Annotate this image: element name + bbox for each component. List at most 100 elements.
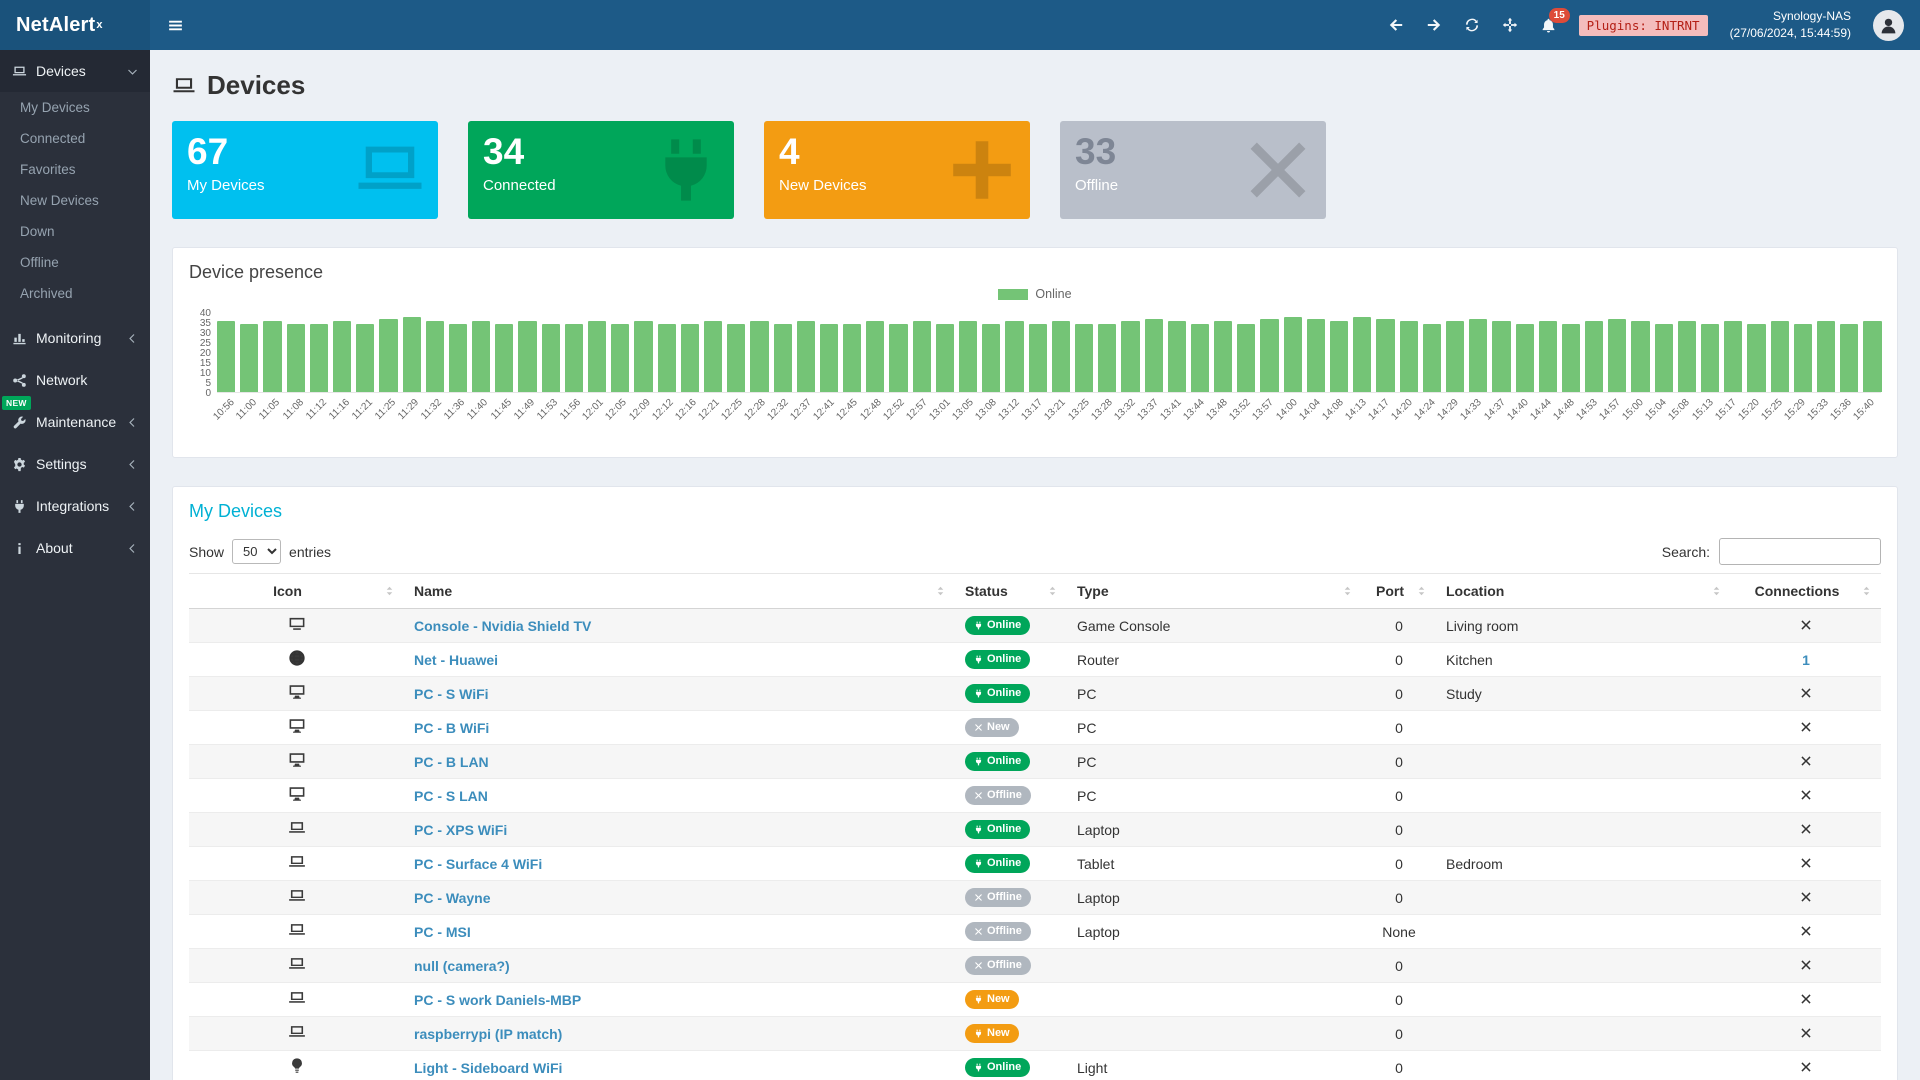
my-devices-title: My Devices bbox=[189, 501, 1881, 522]
device-connections-cell bbox=[1731, 949, 1881, 983]
status-badge-online: Online bbox=[965, 684, 1030, 703]
delete-connection-icon[interactable] bbox=[1800, 721, 1812, 733]
delete-connection-icon[interactable] bbox=[1800, 619, 1812, 631]
device-name-link[interactable]: PC - B WiFi bbox=[414, 720, 489, 736]
device-port: 0 bbox=[1362, 745, 1436, 779]
chart-bar bbox=[379, 319, 397, 392]
device-name-link[interactable]: PC - S work Daniels-MBP bbox=[414, 992, 581, 1008]
device-name-link[interactable]: PC - B LAN bbox=[414, 754, 489, 770]
device-name-cell: PC - B LAN bbox=[404, 745, 955, 779]
delete-connection-icon[interactable] bbox=[1800, 959, 1812, 971]
stat-card-offline[interactable]: 33Offline bbox=[1060, 121, 1326, 219]
connections-count-link[interactable]: 1 bbox=[1802, 652, 1810, 668]
column-header-label: Type bbox=[1077, 583, 1109, 599]
device-name-link[interactable]: PC - S WiFi bbox=[414, 686, 489, 702]
status-badge-online: Online bbox=[965, 820, 1030, 839]
sidebar-subitem-offline[interactable]: Offline bbox=[0, 247, 150, 278]
sidebar-item-network[interactable]: Network bbox=[0, 359, 150, 401]
device-type: Light bbox=[1067, 1051, 1362, 1080]
column-header-type[interactable]: Type bbox=[1067, 574, 1362, 609]
sidebar-subitem-down[interactable]: Down bbox=[0, 216, 150, 247]
column-header-connections[interactable]: Connections bbox=[1731, 574, 1881, 609]
sidebar-item-integrations[interactable]: Integrations bbox=[0, 485, 150, 527]
plugins-status-badge[interactable]: Plugins: INTRNT bbox=[1579, 15, 1708, 36]
sidebar-toggle-button[interactable] bbox=[150, 0, 200, 50]
host-name: Synology-NAS bbox=[1730, 8, 1851, 25]
column-header-port[interactable]: Port bbox=[1362, 574, 1436, 609]
sidebar-subitem-new-devices[interactable]: New Devices bbox=[0, 185, 150, 216]
device-name-link[interactable]: Light - Sideboard WiFi bbox=[414, 1060, 562, 1076]
sidebar-subitem-favorites[interactable]: Favorites bbox=[0, 154, 150, 185]
search-input[interactable] bbox=[1719, 538, 1881, 565]
stat-card-new-devices[interactable]: 4New Devices bbox=[764, 121, 1030, 219]
sidebar-item-maintenance[interactable]: MaintenanceNEW bbox=[0, 401, 150, 443]
new-feature-badge: NEW bbox=[2, 396, 31, 410]
delete-connection-icon[interactable] bbox=[1800, 1027, 1812, 1039]
device-name-link[interactable]: PC - S LAN bbox=[414, 788, 488, 804]
device-port: 0 bbox=[1362, 881, 1436, 915]
brand[interactable]: NetAlertx bbox=[0, 0, 150, 50]
device-name-link[interactable]: PC - Wayne bbox=[414, 890, 491, 906]
stat-card-my-devices[interactable]: 67My Devices bbox=[172, 121, 438, 219]
brand-sup: x bbox=[96, 19, 102, 31]
status-badge-new: New bbox=[965, 1024, 1019, 1043]
nav-back-button[interactable] bbox=[1388, 17, 1404, 33]
chart-plot-area bbox=[217, 309, 1881, 393]
avatar[interactable] bbox=[1873, 10, 1904, 41]
laptop-icon bbox=[288, 989, 306, 1007]
column-header-status[interactable]: Status bbox=[955, 574, 1067, 609]
sidebar-subitem-connected[interactable]: Connected bbox=[0, 123, 150, 154]
plug-icon bbox=[974, 655, 983, 664]
device-location bbox=[1436, 949, 1731, 983]
table-row: PC - WayneOfflineLaptop0 bbox=[189, 881, 1881, 915]
delete-connection-icon[interactable] bbox=[1800, 687, 1812, 699]
delete-connection-icon[interactable] bbox=[1800, 925, 1812, 937]
device-location bbox=[1436, 711, 1731, 745]
device-name-link[interactable]: PC - Surface 4 WiFi bbox=[414, 856, 542, 872]
device-name-link[interactable]: raspberrypi (IP match) bbox=[414, 1026, 562, 1042]
stat-card-connected[interactable]: 34Connected bbox=[468, 121, 734, 219]
chart-legend[interactable]: Online bbox=[189, 287, 1881, 301]
delete-connection-icon[interactable] bbox=[1800, 755, 1812, 767]
sidebar-item-settings[interactable]: Settings bbox=[0, 443, 150, 485]
refresh-button[interactable] bbox=[1464, 17, 1480, 33]
topbar-actions: 15 Plugins: INTRNT Synology-NAS (27/06/2… bbox=[1388, 0, 1920, 50]
move-button[interactable] bbox=[1502, 17, 1518, 33]
delete-connection-icon[interactable] bbox=[1800, 891, 1812, 903]
nav-forward-button[interactable] bbox=[1426, 17, 1442, 33]
device-name-link[interactable]: Net - Huawei bbox=[414, 652, 498, 668]
chart-bar bbox=[704, 321, 722, 392]
device-icon-cell bbox=[189, 847, 404, 881]
column-header-name[interactable]: Name bbox=[404, 574, 955, 609]
x-icon bbox=[1242, 134, 1314, 206]
sidebar-item-about[interactable]: About bbox=[0, 527, 150, 569]
device-name-link[interactable]: Console - Nvidia Shield TV bbox=[414, 618, 591, 634]
delete-connection-icon[interactable] bbox=[1800, 789, 1812, 801]
move-icon bbox=[1502, 17, 1518, 33]
delete-connection-icon[interactable] bbox=[1800, 823, 1812, 835]
column-header-location[interactable]: Location bbox=[1436, 574, 1731, 609]
delete-connection-icon[interactable] bbox=[1800, 857, 1812, 869]
page-size-select[interactable]: 50 bbox=[232, 539, 281, 564]
notifications-button[interactable]: 15 bbox=[1540, 17, 1557, 34]
sidebar-item-monitoring[interactable]: Monitoring bbox=[0, 317, 150, 359]
column-header-icon[interactable]: Icon bbox=[189, 574, 404, 609]
sort-icon bbox=[934, 585, 947, 598]
device-port: 0 bbox=[1362, 643, 1436, 677]
delete-connection-icon[interactable] bbox=[1800, 993, 1812, 1005]
device-name-link[interactable]: PC - MSI bbox=[414, 924, 471, 940]
delete-connection-icon[interactable] bbox=[1800, 1061, 1812, 1073]
device-connections-cell bbox=[1731, 813, 1881, 847]
device-port: 0 bbox=[1362, 1051, 1436, 1080]
device-name-link[interactable]: PC - XPS WiFi bbox=[414, 822, 507, 838]
device-location bbox=[1436, 745, 1731, 779]
device-name-link[interactable]: null (camera?) bbox=[414, 958, 510, 974]
sidebar-subitem-archived[interactable]: Archived bbox=[0, 278, 150, 309]
presence-chart: 4035302520151050 10:5611:0011:0511:0811:… bbox=[189, 309, 1881, 443]
device-connections-cell bbox=[1731, 915, 1881, 949]
sidebar-subitem-my-devices[interactable]: My Devices bbox=[0, 92, 150, 123]
chevron-left-icon bbox=[127, 417, 138, 428]
device-port: 0 bbox=[1362, 1017, 1436, 1051]
sidebar-item-devices[interactable]: Devices bbox=[0, 50, 150, 92]
status-badge-online: Online bbox=[965, 752, 1030, 771]
